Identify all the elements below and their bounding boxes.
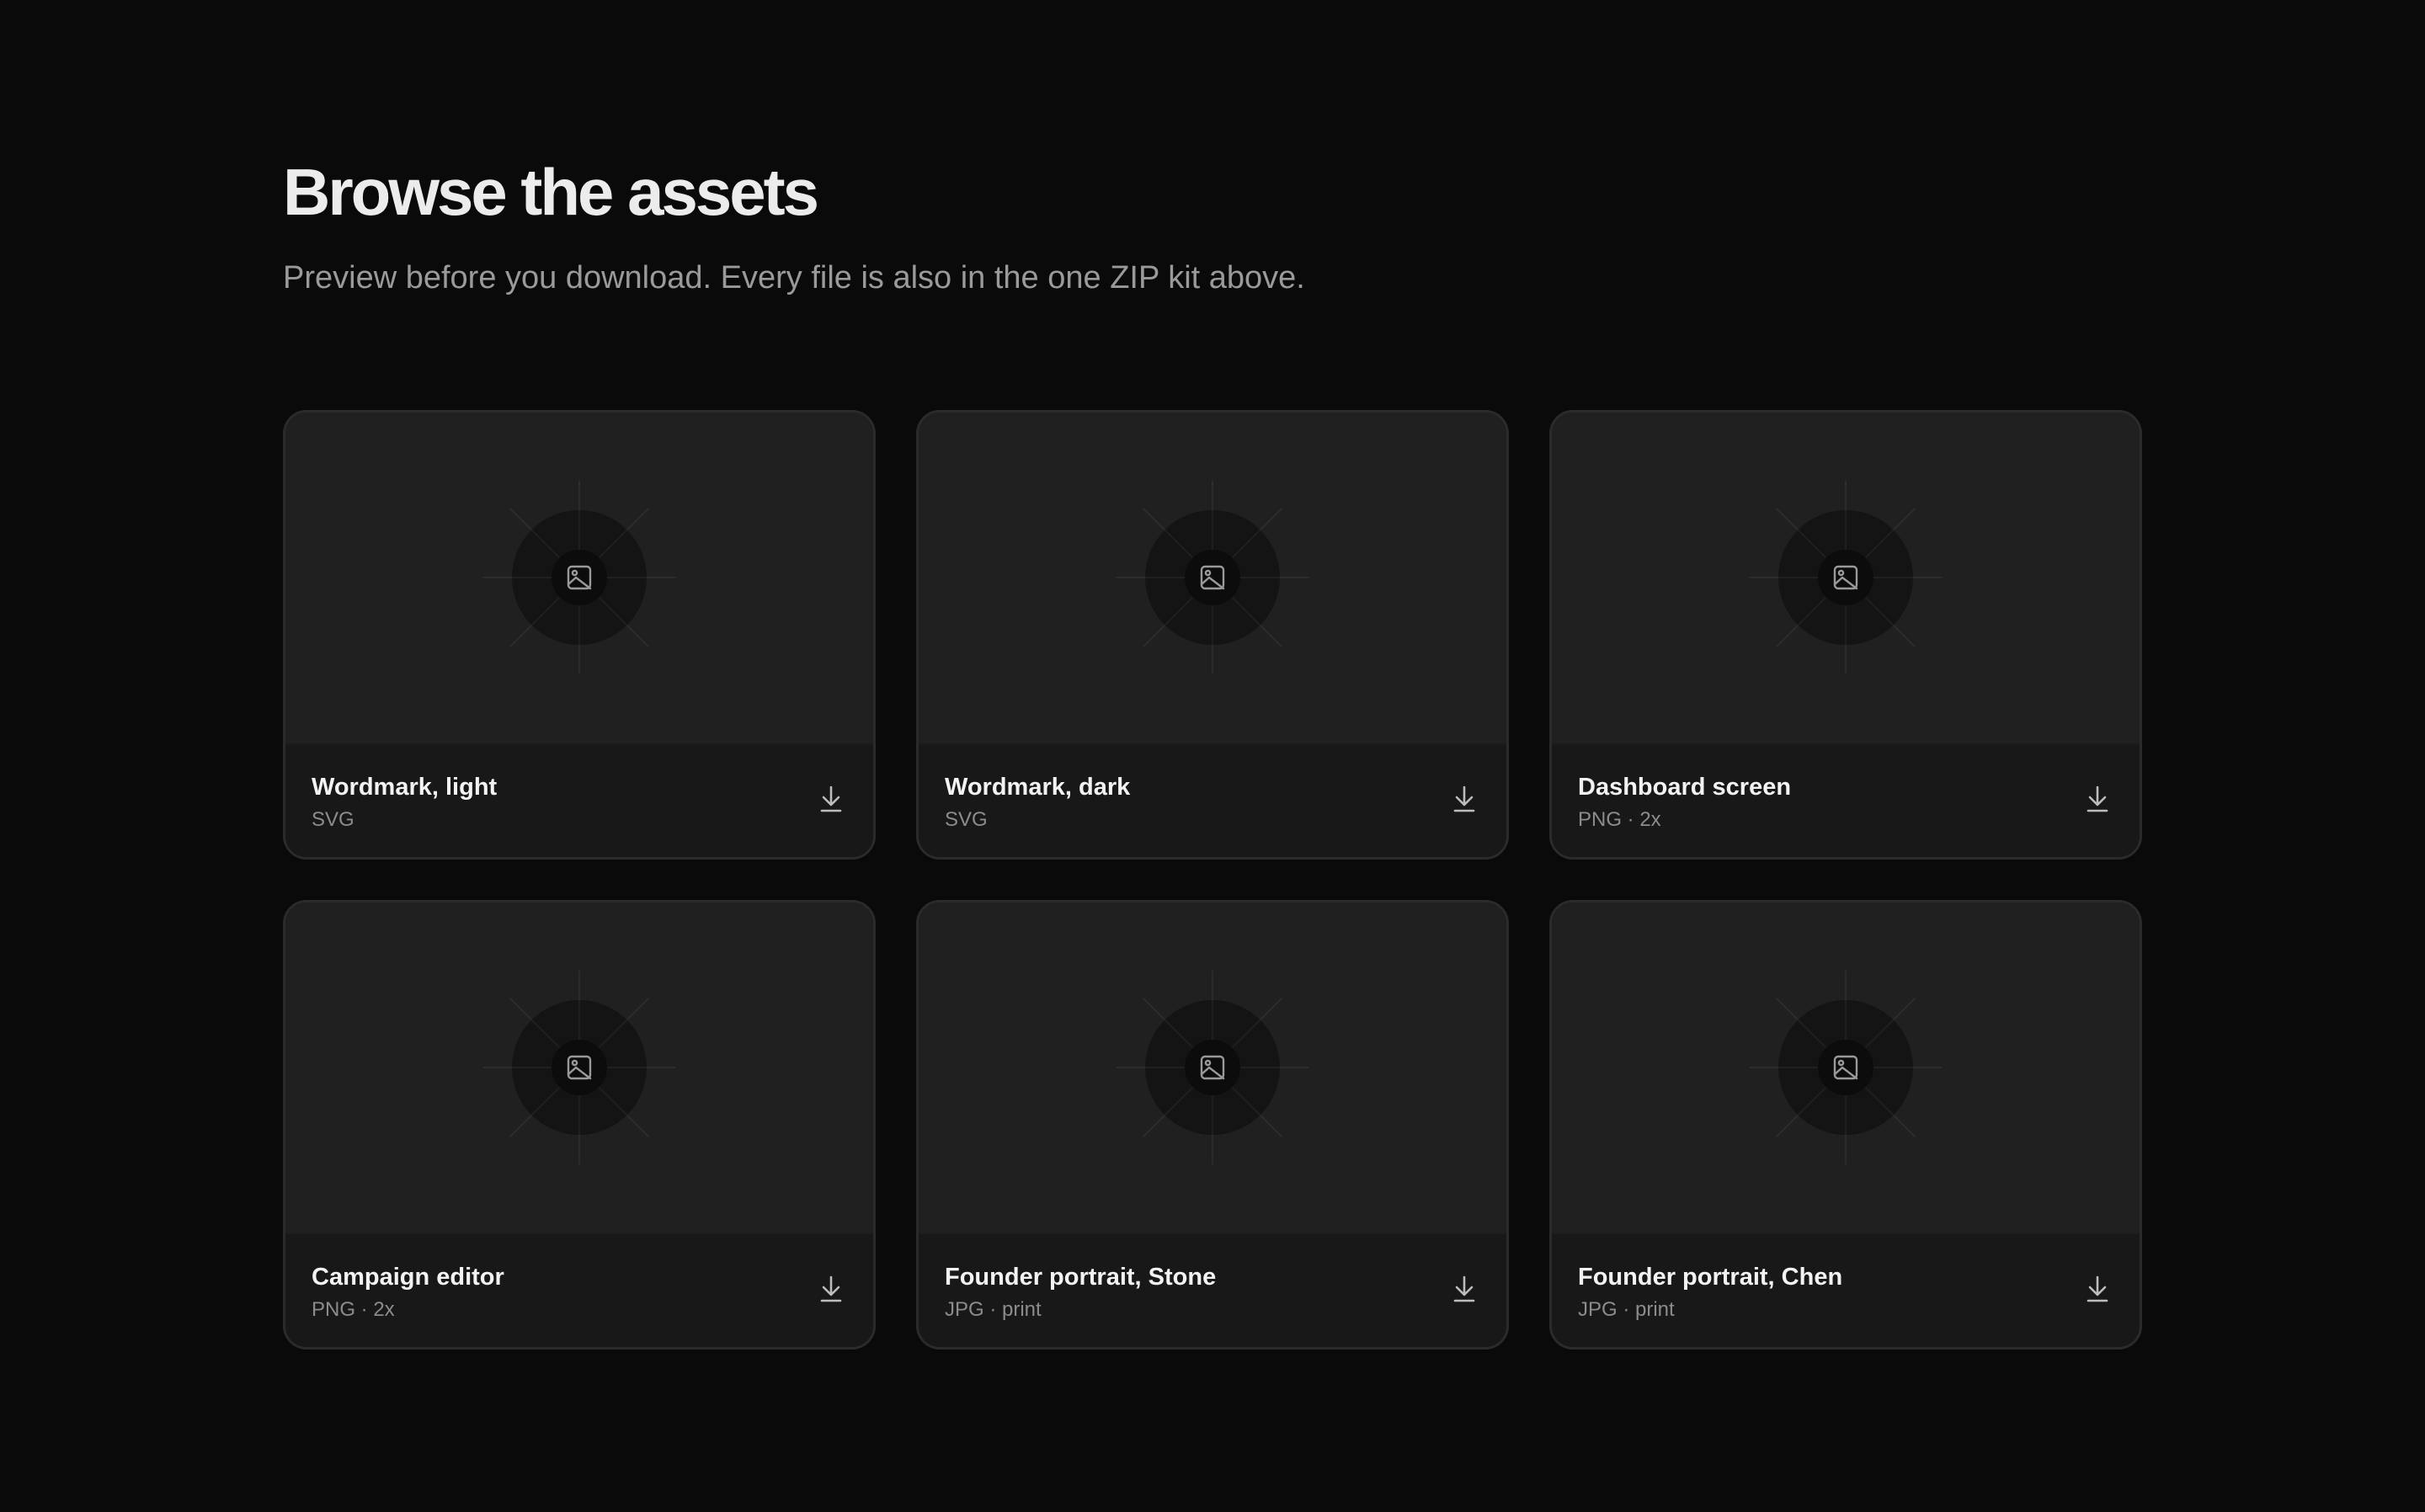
download-button[interactable] [2076, 777, 2119, 821]
download-button[interactable] [1442, 777, 1486, 821]
asset-footer: Wordmark, dark SVG [919, 745, 1506, 857]
asset-preview[interactable] [919, 413, 1506, 745]
asset-name: Dashboard screen [1578, 774, 1792, 801]
asset-format: PNG · 2x [312, 1298, 395, 1321]
asset-format: JPG · print [1578, 1298, 1675, 1321]
asset-format: JPG · print [945, 1298, 1042, 1321]
asset-preview[interactable] [919, 902, 1506, 1235]
asset-name: Founder portrait, Chen [1578, 1264, 1843, 1291]
page: Browse the assets Preview before you dow… [0, 0, 2425, 1512]
asset-footer: Dashboard screen PNG · 2x [1552, 745, 2140, 857]
download-button[interactable] [809, 777, 853, 821]
asset-name: Wordmark, dark [945, 774, 1131, 801]
asset-card-1[interactable]: Wordmark, light SVG [283, 410, 876, 860]
asset-name: Wordmark, light [312, 774, 498, 801]
placeholder-art [482, 481, 676, 674]
asset-card-6[interactable]: Founder portrait, Chen JPG · print [1549, 900, 2142, 1350]
placeholder-art [1749, 481, 1943, 674]
download-icon [1453, 1275, 1475, 1302]
placeholder-art [1116, 481, 1309, 674]
placeholder-art [1116, 971, 1309, 1164]
asset-footer: Founder portrait, Stone JPG · print [919, 1235, 1506, 1347]
asset-preview[interactable] [1552, 413, 2140, 745]
asset-grid: Wordmark, light SVG Wordmark, dark SVG D… [283, 410, 2142, 1350]
asset-card-5[interactable]: Founder portrait, Stone JPG · print [916, 900, 1509, 1350]
asset-footer: Campaign editor PNG · 2x [285, 1235, 873, 1347]
download-button[interactable] [809, 1267, 853, 1311]
asset-format: SVG [945, 808, 988, 831]
download-icon [2087, 785, 2108, 812]
download-icon [820, 1275, 842, 1302]
asset-footer: Wordmark, light SVG [285, 745, 873, 857]
asset-card-2[interactable]: Wordmark, dark SVG [916, 410, 1509, 860]
download-icon [1453, 785, 1475, 812]
asset-name: Campaign editor [312, 1264, 504, 1291]
asset-preview[interactable] [285, 902, 873, 1235]
asset-format: SVG [312, 808, 354, 831]
asset-card-3[interactable]: Dashboard screen PNG · 2x [1549, 410, 2142, 860]
asset-preview[interactable] [1552, 902, 2140, 1235]
asset-format: PNG · 2x [1578, 808, 1661, 831]
download-button[interactable] [2076, 1267, 2119, 1311]
section-subtitle: Preview before you download. Every file … [283, 260, 1305, 295]
asset-card-4[interactable]: Campaign editor PNG · 2x [283, 900, 876, 1350]
download-icon [2087, 1275, 2108, 1302]
asset-footer: Founder portrait, Chen JPG · print [1552, 1235, 2140, 1347]
placeholder-art [1749, 971, 1943, 1164]
asset-preview[interactable] [285, 413, 873, 745]
section-title: Browse the assets [283, 155, 819, 229]
download-icon [820, 785, 842, 812]
placeholder-art [482, 971, 676, 1164]
asset-name: Founder portrait, Stone [945, 1264, 1217, 1291]
download-button[interactable] [1442, 1267, 1486, 1311]
